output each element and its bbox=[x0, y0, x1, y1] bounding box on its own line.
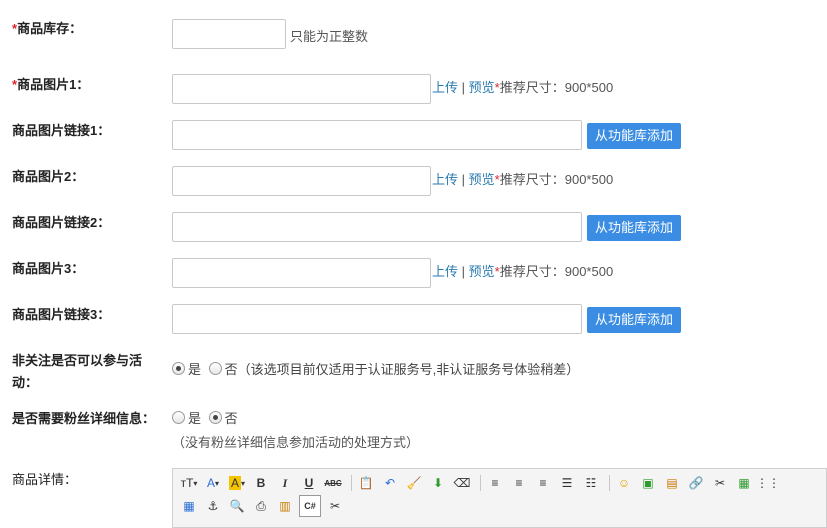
toolbar-divider bbox=[609, 475, 610, 491]
image2-preview-link[interactable]: 预览 bbox=[469, 172, 495, 187]
image1-upload-link[interactable]: 上传 bbox=[432, 80, 458, 95]
toolbar-divider bbox=[351, 475, 352, 491]
image1-preview-link[interactable]: 预览 bbox=[469, 80, 495, 95]
nonfollow-label: 非关注是否可以参与活 动： bbox=[12, 353, 143, 390]
clear-format-icon[interactable]: 🧹 bbox=[404, 473, 424, 493]
image3-label: 商品图片3： bbox=[12, 261, 85, 276]
editor-toolbar-row1: тT ▾ A ▾ A ▾ B I U ABC 📋 ↶ 🧹 ⬇ ⌫ ≡ ≡ ≡ ☰ ☷ … bbox=[179, 473, 782, 493]
table-grid-icon[interactable]: ⋮⋮ bbox=[756, 473, 780, 493]
image2-actions: 上传 | 预览*推荐尺寸：900*500 bbox=[432, 172, 614, 187]
align-left-icon[interactable]: ≡ bbox=[485, 473, 505, 493]
image2-upload-link[interactable]: 上传 bbox=[432, 172, 458, 187]
image2-label: 商品图片2： bbox=[12, 169, 85, 184]
italic-icon[interactable]: I bbox=[275, 473, 295, 493]
stock-input[interactable] bbox=[172, 19, 286, 49]
nonfollow-note: （该选项目前仅适用于认证服务号,非认证服务号体验稍差） bbox=[237, 362, 580, 377]
anchor-icon[interactable]: ⚓ bbox=[203, 496, 223, 516]
image-multi-icon[interactable]: ▤ bbox=[662, 473, 682, 493]
unordered-list-icon[interactable]: ☷ bbox=[581, 473, 601, 493]
nonfollow-options: 是 否（该选项目前仅适用于认证服务号,非认证服务号体验稍差） bbox=[172, 360, 579, 380]
toolbar-divider bbox=[480, 475, 481, 491]
preview-icon[interactable]: 🔍 bbox=[227, 496, 247, 516]
detail-label: 商品详情： bbox=[12, 472, 78, 487]
image2-input[interactable] bbox=[172, 166, 431, 196]
link2-add-button[interactable]: 从功能库添加 bbox=[587, 215, 682, 241]
stock-label: *商品库存： bbox=[12, 21, 83, 36]
fans-yes-radio[interactable] bbox=[172, 411, 185, 424]
ordered-list-icon[interactable]: ☰ bbox=[557, 473, 577, 493]
code-icon[interactable]: C# bbox=[299, 495, 321, 517]
unlink-icon[interactable]: ✂ bbox=[710, 473, 730, 493]
print-icon[interactable]: ⎙ bbox=[251, 496, 271, 516]
image3-preview-link[interactable]: 预览 bbox=[469, 264, 495, 279]
link3-label: 商品图片链接3： bbox=[12, 307, 111, 322]
image-upload-icon[interactable]: ▣ bbox=[638, 473, 658, 493]
link1-add-button[interactable]: 从功能库添加 bbox=[587, 123, 682, 149]
link2-input[interactable] bbox=[172, 212, 582, 242]
table-icon[interactable]: ▦ bbox=[179, 496, 199, 516]
paste-icon[interactable]: 📋 bbox=[356, 473, 376, 493]
bold-icon[interactable]: B bbox=[251, 473, 271, 493]
fans-options: 是 否 bbox=[172, 409, 238, 429]
link3-add-button[interactable]: 从功能库添加 bbox=[587, 307, 682, 333]
font-color-icon[interactable]: A ▾ bbox=[203, 473, 223, 493]
image3-actions: 上传 | 预览*推荐尺寸：900*500 bbox=[432, 264, 614, 279]
insert-icon[interactable]: ⬇ bbox=[428, 473, 448, 493]
link-icon[interactable]: 🔗 bbox=[686, 473, 706, 493]
font-size-icon[interactable]: тT ▾ bbox=[179, 473, 199, 493]
image3-input[interactable] bbox=[172, 258, 431, 288]
align-center-icon[interactable]: ≡ bbox=[509, 473, 529, 493]
fans-no-radio[interactable] bbox=[208, 411, 222, 424]
cut-icon[interactable]: ✂ bbox=[325, 496, 345, 516]
rich-text-editor[interactable]: тT ▾ A ▾ A ▾ B I U ABC 📋 ↶ 🧹 ⬇ ⌫ ≡ ≡ ≡ ☰ ☷ … bbox=[172, 468, 827, 528]
underline-icon[interactable]: U bbox=[299, 473, 319, 493]
template-icon[interactable]: ▥ bbox=[275, 496, 295, 516]
fans-label: 是否需要粉丝详细信息： bbox=[12, 411, 156, 426]
image1-label: *商品图片1： bbox=[12, 77, 90, 92]
image3-upload-link[interactable]: 上传 bbox=[432, 264, 458, 279]
link3-input[interactable] bbox=[172, 304, 582, 334]
editor-toolbar-row2: ▦ ⚓ 🔍 ⎙ ▥ C# ✂ bbox=[179, 495, 349, 517]
image1-input[interactable] bbox=[172, 74, 431, 104]
link1-input[interactable] bbox=[172, 120, 582, 150]
link2-label: 商品图片链接2： bbox=[12, 215, 111, 230]
fans-note: （没有粉丝详细信息参加活动的处理方式） bbox=[172, 435, 420, 450]
image1-actions: 上传 | 预览*推荐尺寸：900*500 bbox=[432, 80, 614, 95]
picture-icon[interactable]: ▦ bbox=[734, 473, 754, 493]
stock-hint: 只能为正整数 bbox=[290, 29, 369, 44]
nonfollow-no-radio[interactable] bbox=[208, 362, 222, 375]
strikethrough-icon[interactable]: ABC bbox=[323, 473, 343, 493]
eraser-icon[interactable]: ⌫ bbox=[452, 473, 472, 493]
undo-icon[interactable]: ↶ bbox=[380, 473, 400, 493]
emoji-icon[interactable]: ☺ bbox=[614, 473, 634, 493]
link1-label: 商品图片链接1： bbox=[12, 123, 111, 138]
nonfollow-yes-radio[interactable] bbox=[172, 362, 185, 375]
align-right-icon[interactable]: ≡ bbox=[533, 473, 553, 493]
highlight-icon[interactable]: A ▾ bbox=[227, 473, 247, 493]
